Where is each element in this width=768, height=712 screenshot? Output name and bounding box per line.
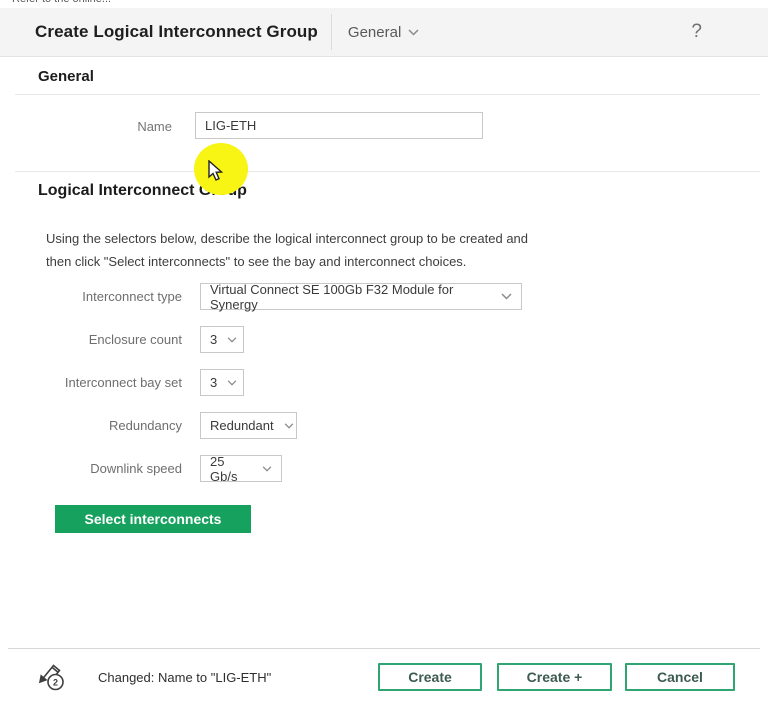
chevron-down-icon [262,466,272,472]
changes-pencil-icon[interactable]: 2 [37,659,69,698]
lig-description: Using the selectors below, describe the … [46,227,536,273]
section-divider [15,171,760,172]
enclosure-count-row: Enclosure count 3 [0,326,244,353]
dialog-title: Create Logical Interconnect Group [35,22,318,42]
chevron-down-icon [227,337,237,343]
header-divider [331,14,332,50]
section-divider [15,94,760,95]
cancel-button[interactable]: Cancel [625,663,735,691]
general-section-heading: General [38,68,94,85]
interconnect-type-row: Interconnect type Virtual Connect SE 100… [0,283,522,310]
mouse-cursor-icon [208,160,225,187]
create-plus-button[interactable]: Create + [497,663,612,691]
create-lig-dialog: Refer to the online... Create Logical In… [0,0,768,712]
chevron-down-icon [501,293,512,300]
create-button[interactable]: Create [378,663,482,691]
select-interconnects-button[interactable]: Select interconnects [55,505,251,533]
dialog-header: Create Logical Interconnect Group Genera… [0,8,768,57]
redundancy-select[interactable]: Redundant [200,412,297,439]
name-input[interactable] [195,112,483,139]
footer-divider [8,648,760,649]
interconnect-bay-set-value: 3 [210,375,217,390]
view-selector-dropdown[interactable]: General [348,24,419,41]
redundancy-label: Redundancy [0,418,182,433]
chevron-down-icon [227,380,237,386]
interconnect-bay-set-row: Interconnect bay set 3 [0,369,244,396]
interconnect-type-select[interactable]: Virtual Connect SE 100Gb F32 Module for … [200,283,522,310]
changes-count-badge: 2 [53,678,58,688]
help-icon[interactable]: ? [691,21,702,43]
interconnect-type-value: Virtual Connect SE 100Gb F32 Module for … [210,282,491,312]
interconnect-type-label: Interconnect type [0,289,182,304]
enclosure-count-label: Enclosure count [0,332,182,347]
downlink-speed-row: Downlink speed 25 Gb/s [0,455,282,482]
downlink-speed-label: Downlink speed [0,461,182,476]
name-label: Name [0,119,172,134]
chevron-down-icon [408,29,419,36]
redundancy-row: Redundancy Redundant [0,412,297,439]
enclosure-count-value: 3 [210,332,217,347]
chevron-down-icon [284,423,294,429]
interconnect-bay-set-select[interactable]: 3 [200,369,244,396]
downlink-speed-select[interactable]: 25 Gb/s [200,455,282,482]
interconnect-bay-set-label: Interconnect bay set [0,375,182,390]
downlink-speed-value: 25 Gb/s [210,454,252,484]
enclosure-count-select[interactable]: 3 [200,326,244,353]
change-status-text: Changed: Name to "LIG-ETH" [98,670,271,685]
clipped-background-text: Refer to the online... [12,0,111,6]
redundancy-value: Redundant [210,418,274,433]
view-selector-label: General [348,24,401,41]
